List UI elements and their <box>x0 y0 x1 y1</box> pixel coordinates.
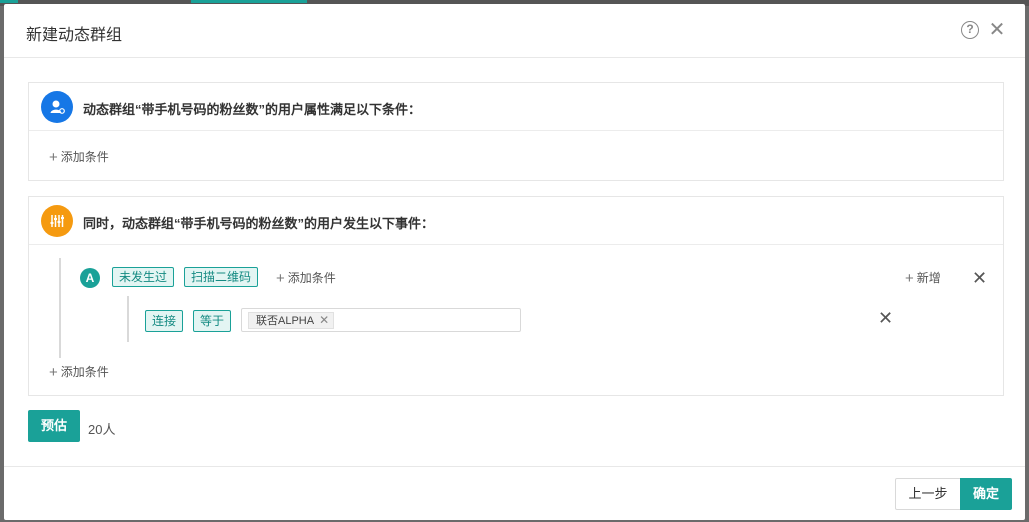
background-tab-accent <box>0 0 18 3</box>
footer-divider <box>4 466 1025 467</box>
user-attribute-panel: 动态群组“带手机号码的粉丝数”的用户属性满足以下条件： + 添加条件 <box>28 82 1004 181</box>
condition-field-tag[interactable]: 连接 <box>145 310 184 332</box>
user-icon <box>41 91 73 123</box>
user-event-panel-header: 同时，动态群组“带手机号码的粉丝数”的用户发生以下事件： <box>29 197 1003 245</box>
dialog-title: 新建动态群组 <box>26 27 123 44</box>
plus-icon: + <box>49 149 58 166</box>
add-user-condition-button[interactable]: + 添加条件 <box>49 148 109 166</box>
dialog-header: 新建动态群组 ? ✕ <box>4 4 1025 58</box>
add-condition-label: 添加条件 <box>60 365 109 379</box>
condition-value-select[interactable]: 联否ALPHA ✕ <box>241 308 521 332</box>
add-condition-label: 添加条件 <box>60 150 109 164</box>
add-event-condition-button[interactable]: + 添加条件 <box>276 269 336 287</box>
plus-icon: + <box>276 270 285 287</box>
selected-value-chip: 联否ALPHA ✕ <box>248 312 335 329</box>
new-label: 新增 <box>916 271 941 285</box>
remove-value-icon[interactable]: ✕ <box>319 313 329 327</box>
add-condition-label: 添加条件 <box>287 271 336 285</box>
plus-icon: + <box>905 270 914 287</box>
estimate-button[interactable]: 预估 <box>28 410 80 442</box>
close-icon[interactable]: ✕ <box>988 20 1006 40</box>
confirm-button[interactable]: 确定 <box>960 478 1012 510</box>
event-action-tag[interactable]: 扫描二维码 <box>184 267 259 287</box>
event-group-line <box>59 258 61 358</box>
estimate-result: 20人 <box>88 422 116 437</box>
selected-value-label: 联否ALPHA <box>256 315 315 327</box>
user-attribute-panel-title: 动态群组“带手机号码的粉丝数”的用户属性满足以下条件： <box>83 102 422 117</box>
condition-operator-tag[interactable]: 等于 <box>193 310 232 332</box>
user-attribute-panel-header: 动态群组“带手机号码的粉丝数”的用户属性满足以下条件： <box>29 83 1003 131</box>
sliders-icon <box>41 205 73 237</box>
new-dynamic-group-dialog: 新建动态群组 ? ✕ 动态群组“带手机号码的粉丝数”的用户属性满足以下条件： +… <box>4 4 1025 520</box>
user-event-panel-title: 同时，动态群组“带手机号码的粉丝数”的用户发生以下事件： <box>83 216 435 231</box>
help-circle-icon[interactable]: ? <box>961 21 979 39</box>
remove-condition-icon[interactable]: ✕ <box>878 309 893 327</box>
remove-event-icon[interactable]: ✕ <box>972 269 987 287</box>
condition-group-line <box>127 296 129 342</box>
add-event-group-condition-button[interactable]: + 添加条件 <box>49 363 109 381</box>
previous-step-button[interactable]: 上一步 <box>895 478 961 510</box>
add-event-button[interactable]: + 新增 <box>905 269 941 287</box>
user-event-panel: 同时，动态群组“带手机号码的粉丝数”的用户发生以下事件： <box>28 196 1004 396</box>
event-letter-badge: A <box>80 268 100 288</box>
background-tab-accent <box>191 0 307 3</box>
event-status-tag[interactable]: 未发生过 <box>112 267 175 287</box>
plus-icon: + <box>49 364 58 381</box>
